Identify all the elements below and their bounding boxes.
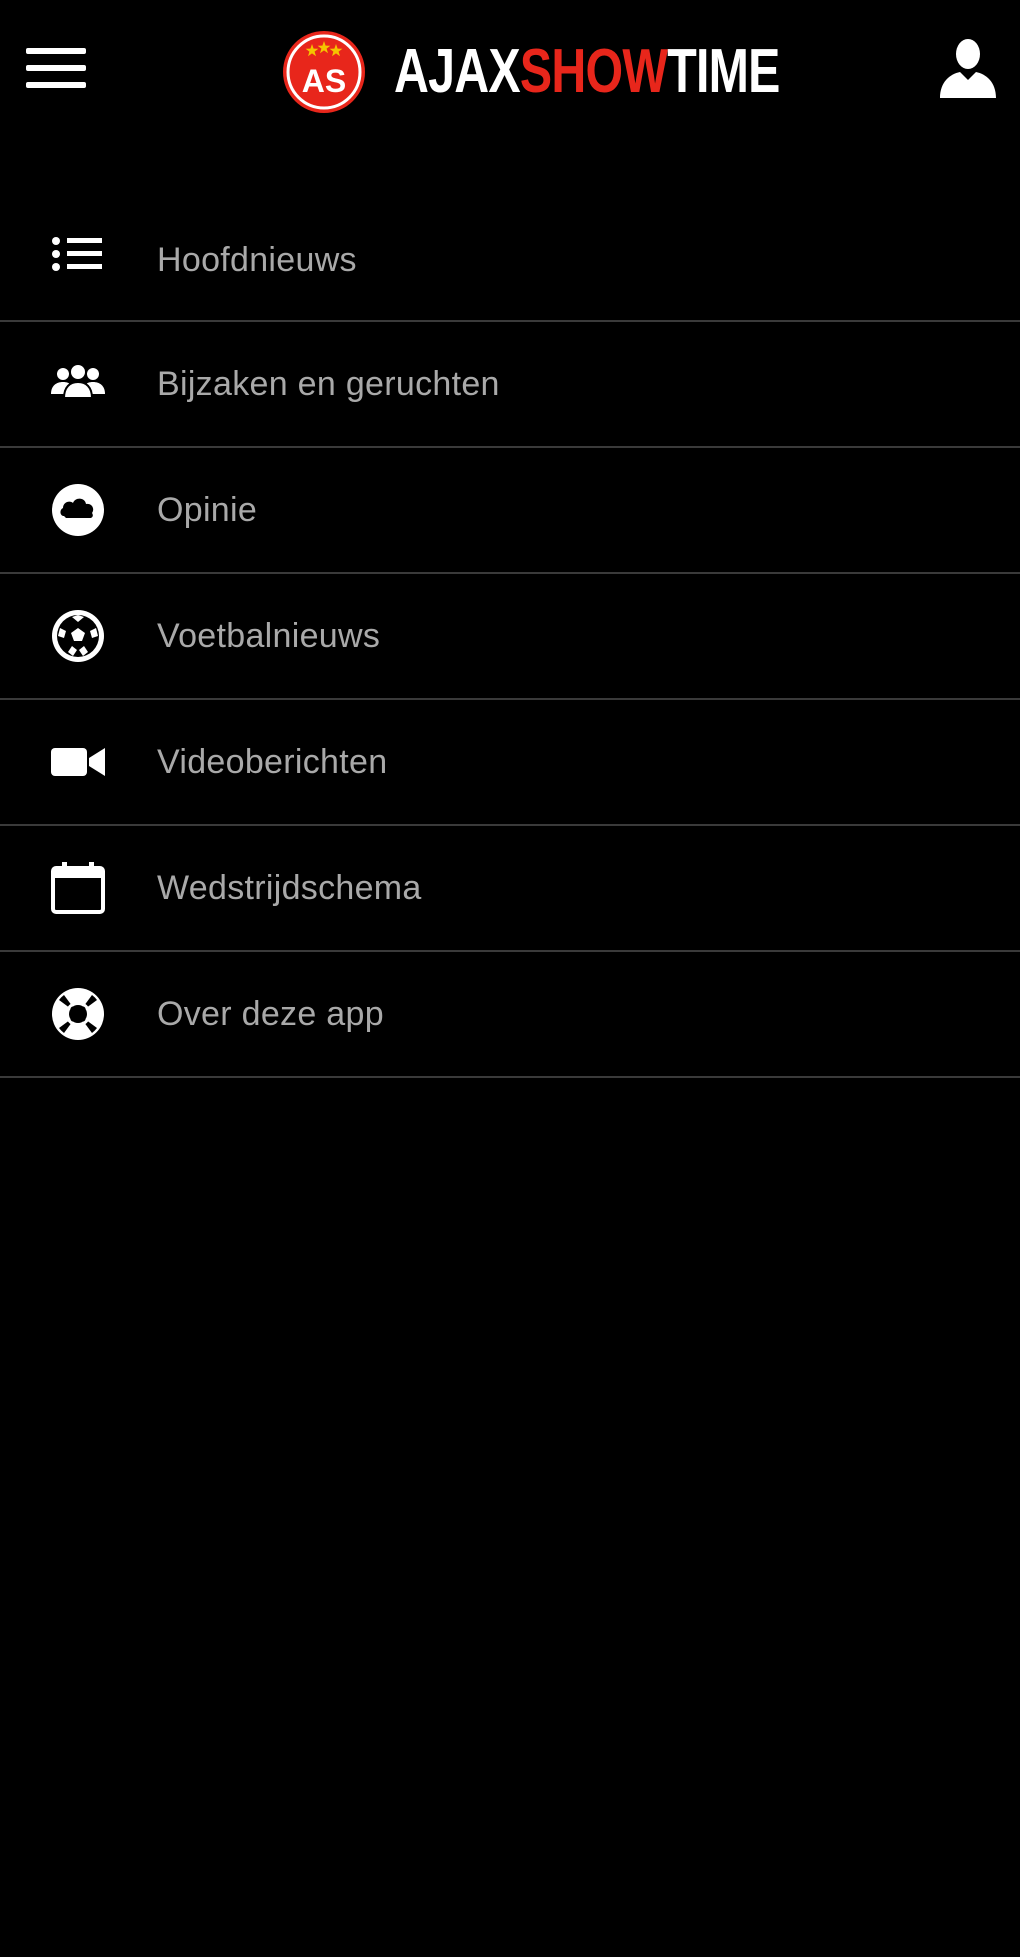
app-screen: AS AJAXSHOWTIME Hoofdnieuws Bijzaken en …: [0, 0, 1020, 1957]
logo-word-ajax: AJAX: [394, 37, 521, 106]
users-icon: [50, 356, 106, 412]
menu-item-label: Wedstrijdschema: [157, 868, 422, 907]
app-header: AS AJAXSHOWTIME: [0, 0, 1020, 140]
user-icon[interactable]: [936, 36, 1000, 100]
menu-item-label: Voetbalnieuws: [157, 616, 381, 655]
logo-word-show: SHOW: [519, 37, 668, 106]
user-silhouette-icon: [940, 39, 996, 98]
hamburger-line: [26, 82, 86, 88]
menu-item-over-deze-app[interactable]: Over deze app: [0, 952, 1020, 1078]
menu-item-videoberichten[interactable]: Videoberichten: [0, 700, 1020, 826]
logo-wordmark: AJAXSHOWTIME: [394, 41, 780, 103]
logo-word-time: TIME: [667, 37, 780, 106]
menu-item-label: Hoofdnieuws: [157, 240, 357, 279]
soccer-ball-icon: [50, 608, 106, 664]
hamburger-line: [26, 48, 86, 54]
menu-item-hoofdnieuws[interactable]: Hoofdnieuws: [0, 200, 1020, 322]
menu-item-voetbalnieuws[interactable]: Voetbalnieuws: [0, 574, 1020, 700]
hamburger-icon[interactable]: [26, 48, 86, 88]
side-menu: Hoofdnieuws Bijzaken en geruchten Opinie…: [0, 200, 1020, 1078]
video-camera-icon: [50, 734, 106, 790]
logo-badge-text: AS: [302, 63, 346, 99]
hamburger-line: [26, 65, 86, 71]
list-icon: [50, 232, 106, 288]
menu-item-opinie[interactable]: Opinie: [0, 448, 1020, 574]
calendar-icon: [50, 860, 106, 916]
cloud-icon: [50, 482, 106, 538]
menu-item-label: Over deze app: [157, 994, 384, 1033]
menu-item-label: Bijzaken en geruchten: [157, 364, 500, 403]
menu-item-bijzaken[interactable]: Bijzaken en geruchten: [0, 322, 1020, 448]
menu-item-label: Opinie: [157, 490, 258, 529]
app-logo[interactable]: AS AJAXSHOWTIME: [282, 30, 888, 114]
logo-badge-icon: AS: [283, 31, 365, 113]
menu-item-wedstrijdschema[interactable]: Wedstrijdschema: [0, 826, 1020, 952]
menu-item-label: Videoberichten: [157, 742, 388, 781]
lifebuoy-icon: [50, 986, 106, 1042]
